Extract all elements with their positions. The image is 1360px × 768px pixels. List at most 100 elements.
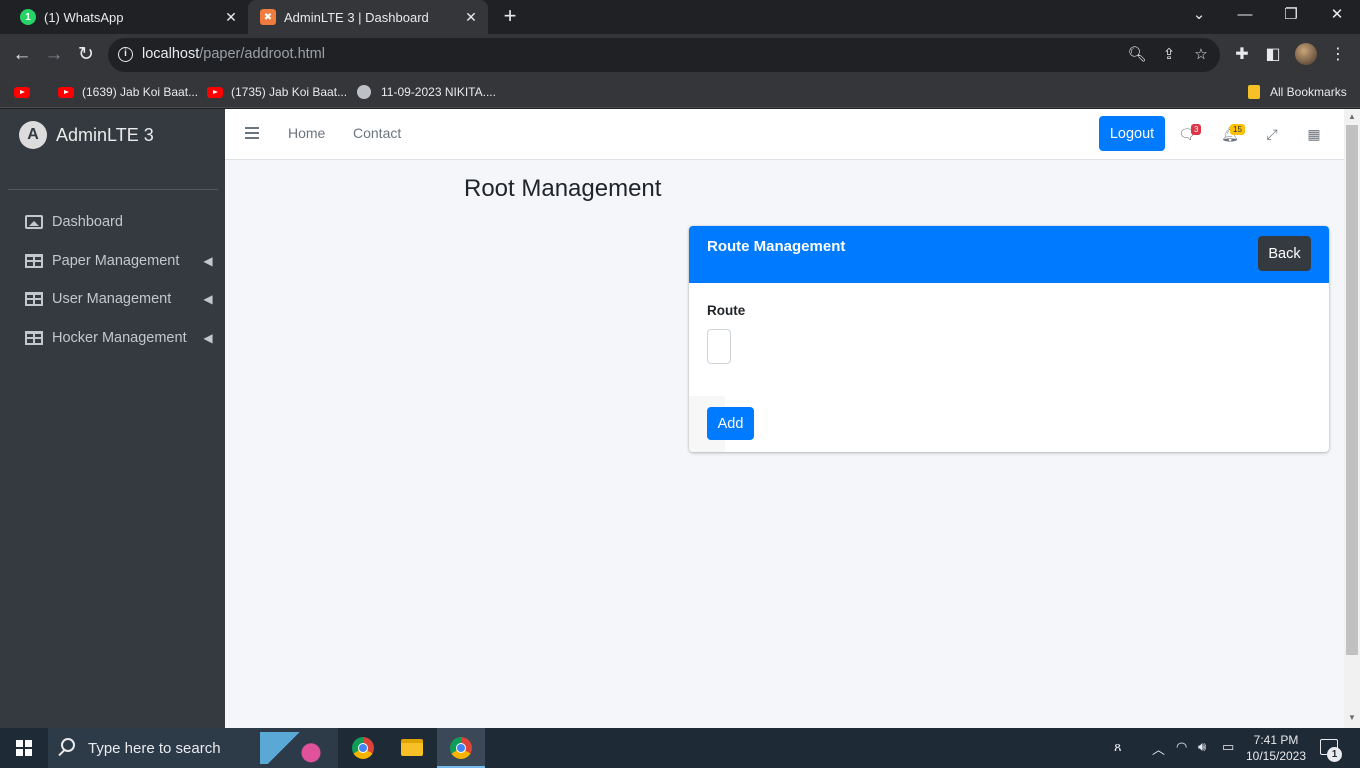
- tab-search-icon[interactable]: ⌄: [1176, 0, 1222, 34]
- side-panel-icon[interactable]: ◧: [1262, 44, 1284, 66]
- bookmark-label: 11-09-2023 NIKITA....: [381, 85, 496, 99]
- battery-icon[interactable]: ▭: [1222, 739, 1234, 755]
- taskbar-chrome[interactable]: [339, 728, 387, 768]
- table-icon: [25, 292, 43, 306]
- clock-date: 10/15/2023: [1245, 749, 1307, 763]
- card-header: Route Management Back: [689, 226, 1329, 283]
- back-button[interactable]: Back: [1258, 236, 1311, 271]
- extensions-icon[interactable]: ✚: [1231, 44, 1253, 66]
- whatsapp-icon: 1: [20, 9, 36, 25]
- page-viewport: A AdminLTE 3 Dashboard Paper Management …: [0, 109, 1360, 728]
- minimize-button[interactable]: —: [1222, 0, 1268, 34]
- search-highlight-illustration: [260, 732, 328, 764]
- sidebar-item-paper-management[interactable]: Paper Management ◀: [8, 244, 218, 278]
- close-tab-icon[interactable]: ✕: [460, 9, 482, 26]
- chevron-left-icon: ◀: [203, 254, 213, 268]
- bookmark-star-icon[interactable]: ☆: [1191, 45, 1211, 65]
- scroll-up-arrow-icon[interactable]: ▲: [1347, 112, 1357, 121]
- scroll-down-arrow-icon[interactable]: ▼: [1347, 713, 1357, 722]
- people-icon[interactable]: ጸ: [1114, 739, 1122, 755]
- messages-badge: 3: [1191, 124, 1202, 135]
- scroll-thumb[interactable]: [1346, 125, 1358, 655]
- sidebar-item-dashboard[interactable]: Dashboard: [8, 205, 218, 239]
- browser-toolbar: ← → ↻ i localhost/paper/addroot.html 🔍︎ …: [0, 34, 1360, 76]
- sidebar: A AdminLTE 3 Dashboard Paper Management …: [0, 109, 225, 728]
- page-title: Root Management: [464, 175, 662, 202]
- bookmarks-bar: (1639) Jab Koi Baat... (1735) Jab Koi Ba…: [0, 76, 1360, 108]
- restore-button[interactable]: ❐: [1268, 0, 1314, 34]
- site-info-icon[interactable]: i: [118, 47, 133, 62]
- control-sidebar-icon[interactable]: ▦: [1305, 125, 1323, 143]
- tab-title: AdminLTE 3 | Dashboard: [284, 9, 429, 25]
- sidebar-item-label: Hocker Management: [52, 330, 187, 346]
- sidebar-item-label: Dashboard: [52, 214, 123, 230]
- globe-icon: [357, 85, 371, 99]
- search-icon: [61, 738, 75, 752]
- chevron-left-icon: ◀: [203, 331, 213, 345]
- taskbar-file-explorer[interactable]: [388, 728, 436, 768]
- share-icon[interactable]: ⇪: [1159, 45, 1179, 65]
- chrome-icon: [450, 737, 472, 759]
- card-title: Route Management: [707, 238, 846, 255]
- close-tab-icon[interactable]: ✕: [220, 9, 242, 26]
- youtube-icon: [14, 86, 30, 98]
- hamburger-menu-icon[interactable]: [245, 127, 259, 139]
- xampp-icon: ✖: [260, 9, 276, 25]
- all-bookmarks[interactable]: All Bookmarks: [1248, 82, 1347, 102]
- folder-icon: [401, 739, 423, 756]
- add-button[interactable]: Add: [707, 407, 754, 440]
- profile-avatar[interactable]: [1295, 43, 1317, 65]
- chrome-icon: [352, 737, 374, 759]
- back-arrow-icon[interactable]: ←: [9, 42, 35, 68]
- table-icon: [25, 254, 43, 268]
- taskbar-search-placeholder: Type here to search: [88, 740, 221, 757]
- table-icon: [25, 331, 43, 345]
- page-scrollbar[interactable]: ▲ ▼: [1344, 109, 1360, 728]
- clock-time: 7:41 PM: [1253, 733, 1299, 747]
- reload-icon[interactable]: ↻: [73, 42, 99, 68]
- folder-icon: [1248, 85, 1260, 99]
- logout-button[interactable]: Logout: [1099, 116, 1165, 151]
- nav-link-home[interactable]: Home: [288, 125, 325, 141]
- sidebar-divider: [8, 189, 218, 190]
- sidebar-item-hocker-management[interactable]: Hocker Management ◀: [8, 321, 218, 355]
- browser-tabstrip: 1 (1) WhatsApp ✕ ✖ AdminLTE 3 | Dashboar…: [0, 0, 1360, 34]
- route-input[interactable]: [707, 329, 731, 364]
- tab-title: (1) WhatsApp: [44, 9, 124, 25]
- tab-whatsapp[interactable]: 1 (1) WhatsApp ✕: [8, 0, 248, 34]
- chevron-up-icon[interactable]: ︿: [1152, 739, 1165, 758]
- nav-link-contact[interactable]: Contact: [353, 125, 401, 141]
- url-text[interactable]: localhost/paper/addroot.html: [142, 46, 325, 62]
- all-bookmarks-label: All Bookmarks: [1270, 85, 1347, 99]
- taskbar-clock[interactable]: 7:41 PM 10/15/2023: [1240, 732, 1312, 764]
- youtube-icon: [207, 86, 223, 98]
- address-bar[interactable]: i localhost/paper/addroot.html 🔍︎ ⇪ ☆: [108, 38, 1220, 72]
- youtube-icon: [58, 86, 74, 98]
- close-window-button[interactable]: ✕: [1314, 0, 1360, 34]
- zoom-icon[interactable]: 🔍︎: [1127, 45, 1147, 65]
- kebab-menu-icon[interactable]: ⋮: [1327, 44, 1349, 66]
- bookmark-label: (1735) Jab Koi Baat...: [231, 85, 348, 99]
- route-field-label: Route: [707, 303, 746, 318]
- volume-icon[interactable]: 🔊︎: [1198, 739, 1206, 755]
- sidebar-item-user-management[interactable]: User Management ◀: [8, 282, 218, 316]
- fullscreen-icon[interactable]: ⤢: [1263, 125, 1281, 143]
- brand-link[interactable]: A AdminLTE 3: [0, 109, 225, 161]
- image-icon: [25, 215, 43, 229]
- bookmark-item[interactable]: [14, 82, 38, 102]
- bookmark-item[interactable]: 11-09-2023 NIKITA....: [357, 82, 496, 102]
- wifi-icon[interactable]: ◠: [1176, 739, 1187, 755]
- taskbar-chrome-profile[interactable]: [437, 728, 485, 768]
- tab-adminlte[interactable]: ✖ AdminLTE 3 | Dashboard ✕: [248, 0, 488, 34]
- forward-arrow-icon[interactable]: →: [41, 42, 67, 68]
- windows-start-icon[interactable]: [16, 740, 32, 756]
- adminlte-logo: A: [19, 121, 47, 149]
- bookmark-label: (1639) Jab Koi Baat...: [82, 85, 199, 99]
- bookmark-item[interactable]: (1639) Jab Koi Baat...: [58, 82, 198, 102]
- bookmark-item[interactable]: (1735) Jab Koi Baat...: [207, 82, 347, 102]
- new-tab-button[interactable]: +: [498, 5, 522, 29]
- sidebar-item-label: Paper Management: [52, 253, 180, 269]
- chevron-left-icon: ◀: [203, 292, 213, 306]
- taskbar-search[interactable]: Type here to search: [48, 728, 338, 768]
- route-management-card: Route Management Back Route Add: [689, 226, 1329, 452]
